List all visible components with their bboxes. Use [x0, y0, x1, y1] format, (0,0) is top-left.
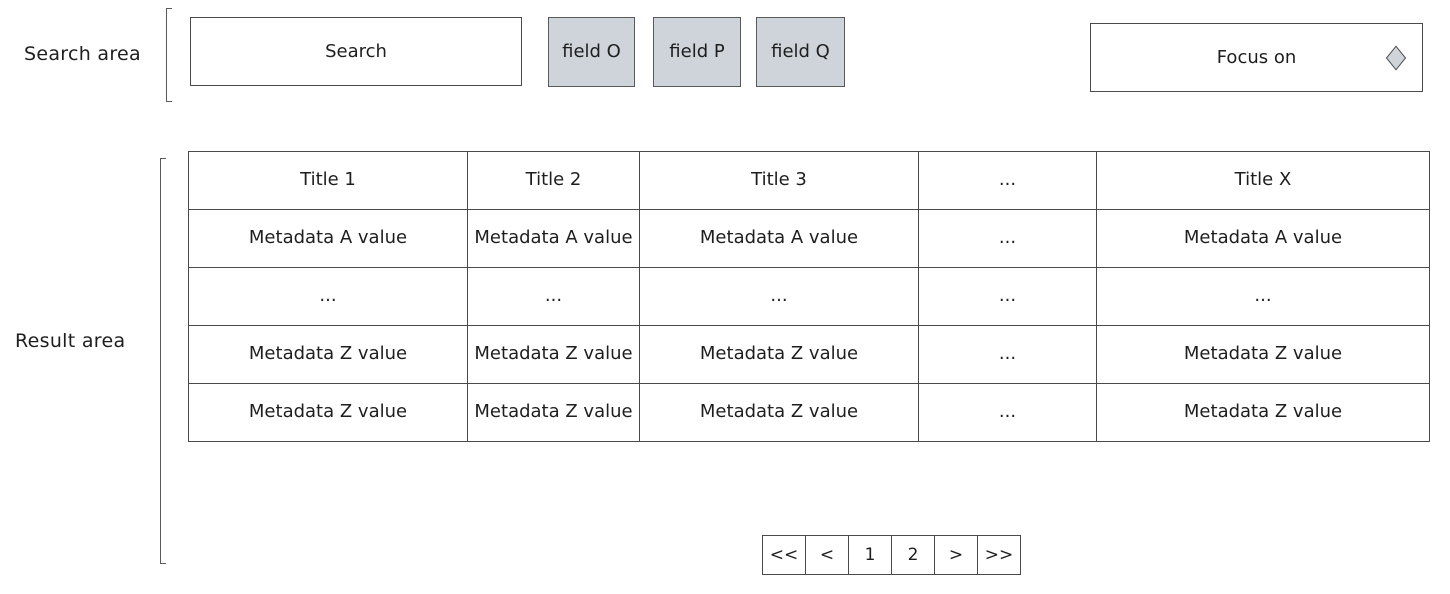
field-p-button[interactable]: field P: [653, 17, 741, 87]
page-2-button[interactable]: 2: [891, 535, 935, 575]
table-row[interactable]: Metadata A value Metadata A value Metada…: [188, 209, 1430, 268]
table-cell: ...: [639, 267, 919, 326]
table-cell: Metadata Z value: [1096, 383, 1430, 442]
table-cell: Metadata Z value: [467, 383, 640, 442]
table-header-row: Title 1 Title 2 Title 3 ... Title X: [188, 151, 1430, 210]
results-table: Title 1 Title 2 Title 3 ... Title X Meta…: [188, 151, 1430, 442]
table-cell: Metadata Z value: [639, 383, 919, 442]
table-cell: ...: [467, 267, 640, 326]
table-cell: ...: [188, 267, 468, 326]
table-cell: Metadata Z value: [1096, 325, 1430, 384]
table-row[interactable]: Metadata Z value Metadata Z value Metada…: [188, 325, 1430, 384]
table-cell: ...: [918, 383, 1097, 442]
column-header[interactable]: Title 1: [188, 151, 468, 210]
table-cell: Metadata Z value: [639, 325, 919, 384]
table-row[interactable]: Metadata Z value Metadata Z value Metada…: [188, 383, 1430, 442]
table-cell: ...: [1096, 267, 1430, 326]
table-cell: ...: [918, 209, 1097, 268]
focus-on-select[interactable]: Focus on: [1090, 23, 1423, 92]
first-page-button[interactable]: <<: [762, 535, 806, 575]
prev-page-button[interactable]: <: [805, 535, 849, 575]
table-cell: Metadata A value: [188, 209, 468, 268]
search-area-bracket: [166, 8, 172, 102]
table-cell: Metadata Z value: [188, 325, 468, 384]
page-1-button[interactable]: 1: [848, 535, 892, 575]
search-area-label: Search area: [24, 43, 141, 65]
search-button[interactable]: Search: [190, 17, 522, 86]
focus-on-value: Focus on: [1216, 46, 1297, 68]
table-cell: Metadata A value: [467, 209, 640, 268]
table-cell: ...: [918, 267, 1097, 326]
field-q-button[interactable]: field Q: [756, 17, 845, 87]
table-cell: Metadata A value: [639, 209, 919, 268]
column-header[interactable]: Title 3: [639, 151, 919, 210]
table-cell: ...: [918, 325, 1097, 384]
column-header[interactable]: ...: [918, 151, 1097, 210]
diamond-icon[interactable]: [1385, 44, 1407, 71]
result-area-label: Result area: [15, 330, 126, 352]
last-page-button[interactable]: >>: [977, 535, 1021, 575]
next-page-button[interactable]: >: [934, 535, 978, 575]
table-cell: Metadata Z value: [188, 383, 468, 442]
pagination: << < 1 2 > >>: [762, 535, 1021, 575]
column-header[interactable]: Title 2: [467, 151, 640, 210]
table-cell: Metadata A value: [1096, 209, 1430, 268]
field-o-button[interactable]: field O: [548, 17, 635, 87]
table-cell: Metadata Z value: [467, 325, 640, 384]
table-row[interactable]: ... ... ... ... ...: [188, 267, 1430, 326]
column-header[interactable]: Title X: [1096, 151, 1430, 210]
result-area-bracket: [160, 158, 166, 564]
